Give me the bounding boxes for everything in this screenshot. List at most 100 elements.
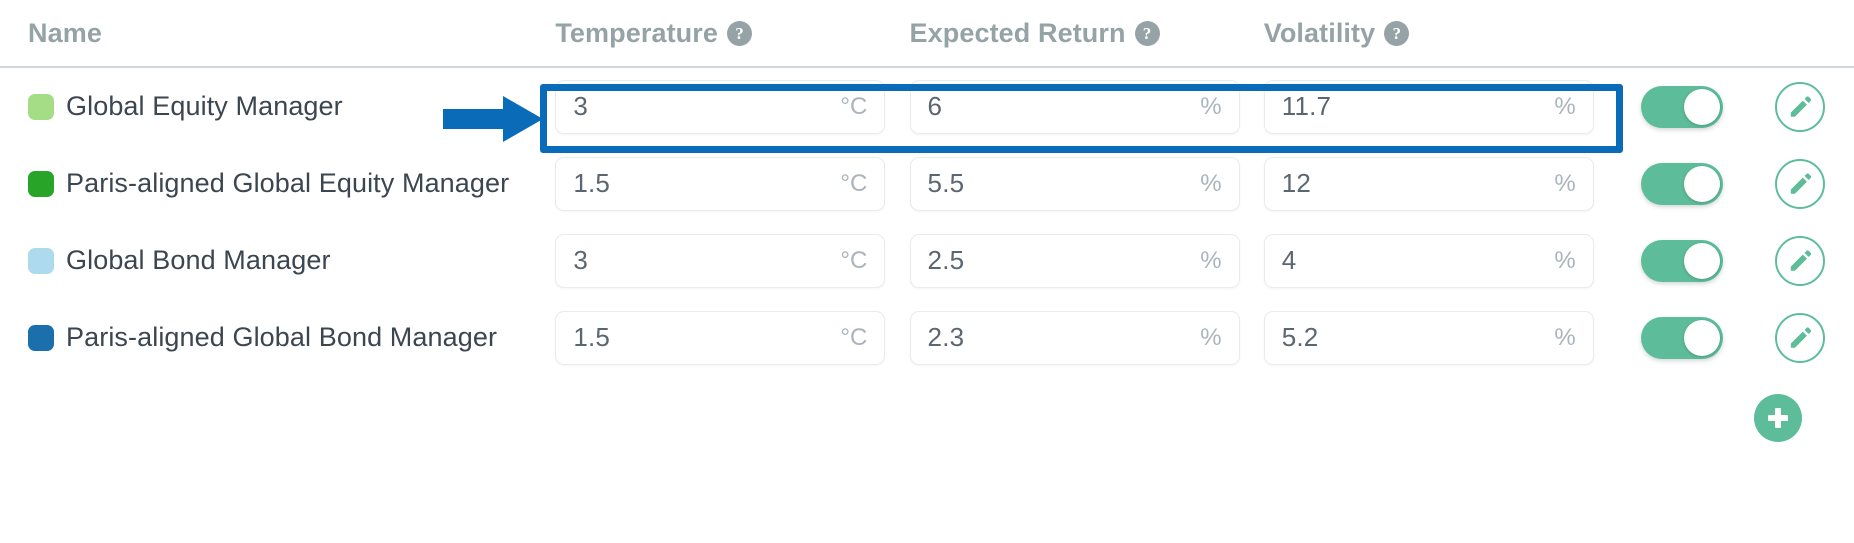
manager-name-label: Global Bond Manager (66, 245, 331, 275)
manager-name-label: Paris-aligned Global Bond Manager (66, 322, 498, 352)
temperature-unit: °C (840, 246, 868, 274)
manager-name-cell: Global Equity Manager (28, 91, 555, 122)
expected-return-unit: % (1200, 246, 1222, 274)
enabled-cell (1618, 239, 1746, 282)
temperature-input[interactable]: 1.5 °C (555, 156, 886, 211)
expected-return-value: 2.3 (927, 322, 965, 352)
temperature-unit: °C (840, 323, 868, 351)
volatility-unit: % (1554, 246, 1576, 274)
enabled-cell (1618, 316, 1746, 359)
expected-return-cell: 2.5 % (909, 233, 1264, 288)
volatility-input[interactable]: 4 % (1263, 233, 1594, 288)
temperature-unit: °C (840, 169, 868, 197)
column-header-temperature-text: Temperature (555, 17, 718, 48)
enabled-cell (1618, 162, 1746, 205)
volatility-cell: 5.2 % (1263, 310, 1618, 365)
toggle-knob-icon (1683, 88, 1720, 125)
table-row: Paris-aligned Global Equity Manager 1.5 … (0, 145, 1854, 222)
volatility-cell: 4 % (1263, 233, 1618, 288)
column-header-temperature-label: Temperature ? (555, 18, 752, 49)
column-header-name: Name (28, 18, 555, 49)
expected-return-unit: % (1200, 169, 1222, 197)
add-row-area (0, 376, 1854, 442)
temperature-input[interactable]: 3 °C (555, 233, 886, 288)
enabled-toggle[interactable] (1640, 316, 1723, 359)
column-header-expected-return-label: Expected Return ? (910, 18, 1160, 49)
table-row: Paris-aligned Global Bond Manager 1.5 °C… (0, 299, 1854, 376)
volatility-input[interactable]: 5.2 % (1263, 310, 1594, 365)
help-circle-icon[interactable]: ? (727, 20, 752, 46)
expected-return-value: 5.5 (927, 168, 965, 198)
volatility-cell: 11.7 % (1263, 79, 1618, 134)
volatility-value: 5.2 (1281, 322, 1319, 352)
expected-return-cell: 5.5 % (909, 156, 1264, 211)
color-swatch-icon (28, 324, 54, 351)
temperature-cell: 3 °C (555, 79, 909, 134)
temperature-unit: °C (840, 92, 868, 120)
table-row: Global Bond Manager 3 °C 2.5 % 4 % (0, 222, 1854, 299)
expected-return-unit: % (1200, 92, 1222, 120)
volatility-cell: 12 % (1263, 156, 1618, 211)
expected-return-value: 2.5 (927, 245, 965, 275)
enabled-cell (1618, 85, 1746, 128)
manager-name-cell: Paris-aligned Global Bond Manager (28, 322, 555, 353)
volatility-input[interactable]: 12 % (1263, 156, 1594, 211)
column-header-expected-return-text: Expected Return (909, 17, 1126, 48)
column-header-volatility-text: Volatility (1263, 17, 1376, 48)
actions-cell (1746, 158, 1854, 209)
column-header-volatility-label: Volatility ? (1264, 18, 1410, 49)
toggle-knob-icon (1683, 242, 1720, 279)
volatility-value: 4 (1281, 245, 1297, 275)
volatility-input[interactable]: 11.7 % (1263, 79, 1594, 134)
edit-button[interactable] (1774, 312, 1825, 363)
expected-return-input[interactable]: 5.5 % (909, 156, 1240, 211)
table-header-row: Name Temperature ? Expected Return ? Vol… (0, 0, 1854, 68)
toggle-knob-icon (1683, 165, 1720, 202)
expected-return-input[interactable]: 2.5 % (909, 233, 1240, 288)
volatility-value: 11.7 (1281, 91, 1332, 121)
column-header-volatility: Volatility ? (1264, 18, 1618, 49)
enabled-toggle[interactable] (1640, 162, 1723, 205)
actions-cell (1746, 235, 1854, 286)
help-circle-icon[interactable]: ? (1134, 20, 1160, 46)
color-swatch-icon (28, 93, 54, 120)
manager-name-cell: Global Bond Manager (28, 245, 555, 276)
temperature-value: 3 (573, 245, 589, 275)
table-row: Global Equity Manager 3 °C 6 % 11.7 % (0, 68, 1854, 145)
expected-return-input[interactable]: 2.3 % (909, 310, 1240, 365)
actions-cell (1746, 81, 1854, 132)
volatility-unit: % (1554, 323, 1576, 351)
column-header-expected-return: Expected Return ? (910, 18, 1264, 49)
expected-return-cell: 6 % (909, 79, 1264, 134)
expected-return-value: 6 (927, 91, 943, 121)
enabled-toggle[interactable] (1640, 85, 1723, 128)
manager-name-label: Global Equity Manager (66, 91, 343, 121)
manager-name-cell: Paris-aligned Global Equity Manager (28, 168, 555, 199)
temperature-cell: 1.5 °C (555, 156, 909, 211)
pencil-icon (1790, 96, 1811, 117)
volatility-value: 12 (1281, 168, 1312, 198)
edit-button[interactable] (1774, 158, 1825, 209)
column-header-temperature: Temperature ? (555, 18, 909, 49)
table-body: Global Equity Manager 3 °C 6 % 11.7 % Pa… (0, 68, 1854, 376)
add-manager-button[interactable] (1754, 394, 1802, 442)
edit-button[interactable] (1774, 81, 1825, 132)
manager-name-label: Paris-aligned Global Equity Manager (66, 168, 510, 198)
toggle-knob-icon (1683, 319, 1720, 356)
actions-cell (1746, 312, 1854, 363)
edit-button[interactable] (1774, 235, 1825, 286)
expected-return-input[interactable]: 6 % (909, 79, 1240, 134)
pencil-icon (1790, 250, 1811, 271)
help-circle-icon[interactable]: ? (1384, 20, 1410, 46)
temperature-cell: 1.5 °C (555, 310, 909, 365)
temperature-value: 3 (573, 91, 589, 121)
pencil-icon (1790, 327, 1811, 348)
column-header-name-label: Name (28, 17, 102, 48)
temperature-input[interactable]: 1.5 °C (555, 310, 886, 365)
expected-return-cell: 2.3 % (909, 310, 1264, 365)
temperature-input[interactable]: 3 °C (555, 79, 886, 134)
managers-assumptions-table: Name Temperature ? Expected Return ? Vol… (0, 0, 1854, 543)
volatility-unit: % (1554, 92, 1576, 120)
pencil-icon (1790, 173, 1811, 194)
enabled-toggle[interactable] (1640, 239, 1723, 282)
